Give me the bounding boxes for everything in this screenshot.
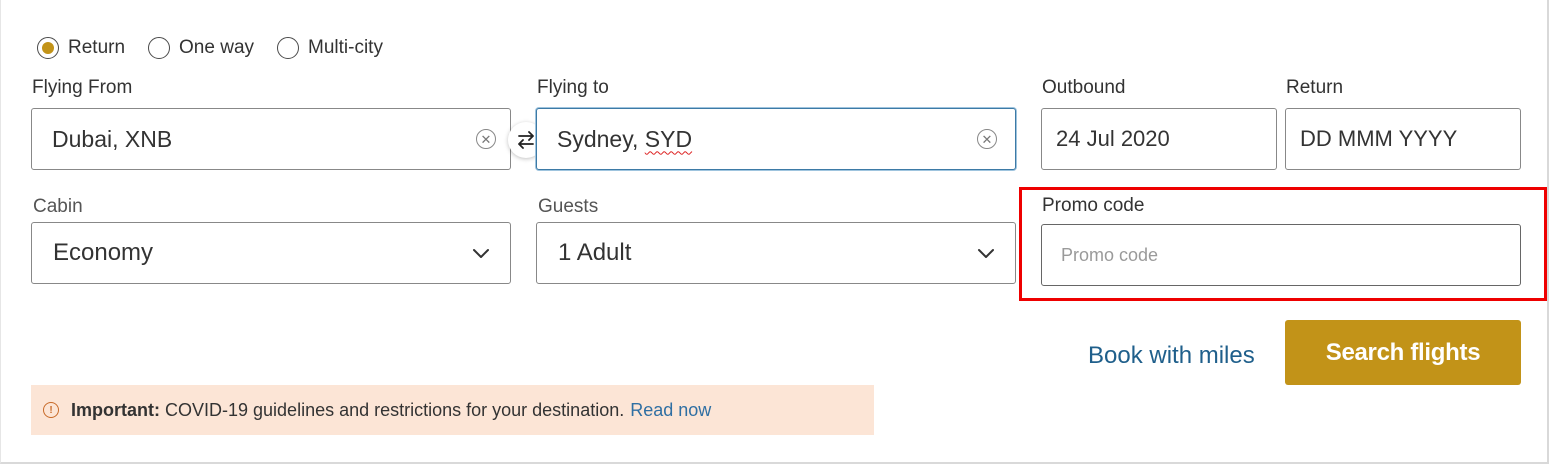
trip-type-group: Return One way Multi-city — [37, 37, 406, 59]
notice-text: COVID-19 guidelines and restrictions for… — [165, 399, 625, 420]
radio-return[interactable] — [37, 37, 59, 59]
info-icon: ! — [43, 402, 59, 418]
book-with-miles-link[interactable]: Book with miles — [1088, 342, 1255, 370]
trip-type-label: Return — [68, 37, 126, 58]
flying-to-city: Sydney, — [557, 125, 645, 152]
notice-important: Important: — [71, 399, 160, 420]
guests-select[interactable]: 1 Adult — [536, 222, 1016, 284]
flying-to-label: Flying to — [537, 77, 609, 98]
flying-from-field[interactable]: Dubai, XNB ✕ — [31, 108, 511, 170]
return-label: Return — [1286, 77, 1344, 98]
read-now-link[interactable]: Read now — [630, 400, 711, 421]
covid-notice: ! Important: COVID-19 guidelines and res… — [31, 385, 874, 435]
outbound-value: 24 Jul 2020 — [1056, 126, 1170, 151]
trip-type-label: One way — [179, 37, 255, 58]
flying-to-field[interactable]: Sydney, SYD ✕ — [536, 108, 1016, 170]
chevron-down-icon — [978, 248, 994, 258]
clear-icon[interactable]: ✕ — [977, 129, 997, 149]
radio-multi-city[interactable] — [277, 37, 300, 59]
guests-value: 1 Adult — [558, 239, 632, 266]
trip-type-label: Multi-city — [308, 37, 383, 58]
search-flights-button[interactable]: Search flights — [1285, 320, 1521, 385]
flying-from-value: Dubai, XNB — [52, 125, 173, 152]
cabin-label: Cabin — [33, 196, 83, 217]
trip-type-one-way[interactable]: One way — [148, 37, 254, 59]
promo-code-label: Promo code — [1042, 195, 1145, 216]
return-date-field[interactable]: DD MMM YYYY — [1285, 108, 1521, 170]
promo-code-field[interactable]: Promo code — [1041, 224, 1521, 286]
guests-label: Guests — [538, 196, 599, 217]
clear-icon[interactable]: ✕ — [476, 129, 496, 149]
radio-selected-dot — [42, 42, 54, 54]
cabin-value: Economy — [53, 239, 154, 266]
radio-one-way[interactable] — [148, 37, 171, 59]
return-placeholder: DD MMM YYYY — [1300, 126, 1458, 151]
flying-from-label: Flying From — [32, 77, 133, 98]
flying-to-code: SYD — [644, 125, 693, 152]
outbound-label: Outbound — [1042, 77, 1126, 98]
flying-to-value: Sydney, SYD — [537, 126, 977, 153]
swap-arrows-icon — [518, 131, 534, 149]
chevron-down-icon — [473, 248, 489, 258]
trip-type-multi-city[interactable]: Multi-city — [277, 37, 383, 59]
trip-type-return[interactable]: Return — [37, 37, 125, 59]
promo-code-placeholder: Promo code — [1061, 244, 1159, 265]
outbound-date-field[interactable]: 24 Jul 2020 — [1041, 108, 1277, 170]
cabin-select[interactable]: Economy — [31, 222, 511, 284]
